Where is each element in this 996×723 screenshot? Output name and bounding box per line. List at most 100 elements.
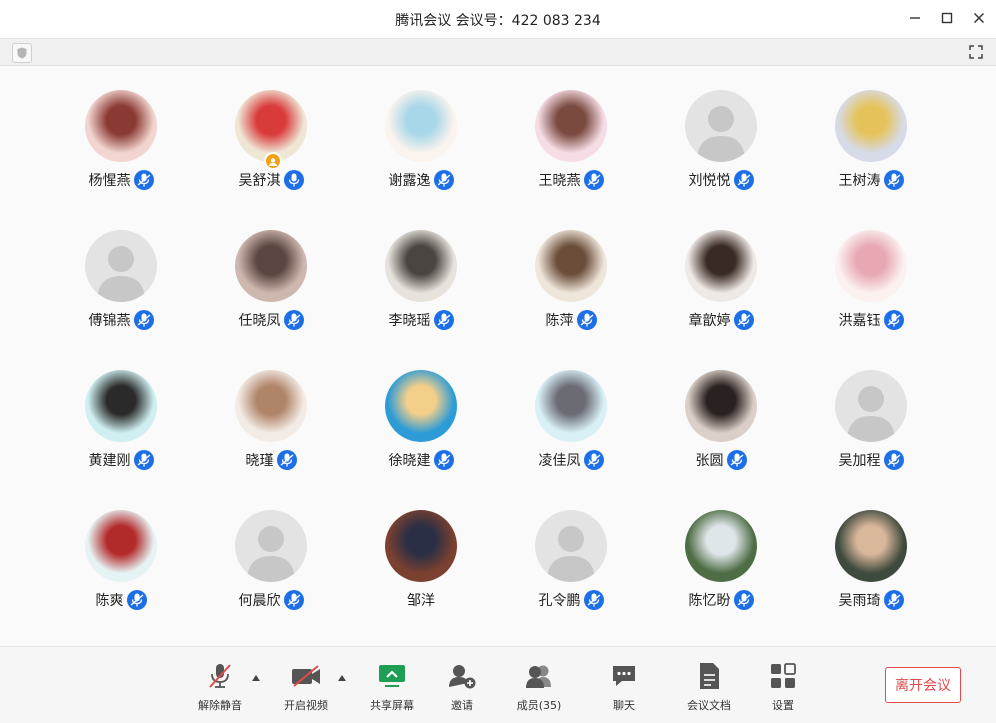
avatar	[835, 230, 907, 302]
chat-icon	[608, 661, 640, 691]
settings-button[interactable]: 设置	[748, 661, 818, 717]
participant-name: 晓瑾	[245, 453, 274, 469]
mic-muted-icon	[133, 310, 154, 330]
participant-tile[interactable]: 张圆	[646, 346, 796, 470]
mic-icon	[283, 170, 304, 190]
mic-muted-icon	[883, 450, 904, 470]
participant-tile[interactable]: 陈爽	[46, 486, 196, 610]
participant-tile[interactable]: 何晨欣	[196, 486, 346, 610]
participant-name-row: 吴舒淇	[196, 170, 346, 190]
mic-muted-icon	[283, 310, 304, 330]
members-label: 成员(35)	[516, 699, 562, 712]
participant-name-row: 邹洋	[346, 590, 496, 610]
participant-tile[interactable]: 洪嘉钰	[796, 206, 946, 330]
default-avatar-icon	[235, 510, 307, 582]
audio-options-caret-icon[interactable]	[251, 673, 261, 683]
participant-name-row: 吴雨琦	[796, 590, 946, 610]
share-screen-icon	[376, 661, 408, 691]
participant-tile[interactable]: 邹洋	[346, 486, 496, 609]
participant-name: 徐晓建	[388, 453, 431, 469]
participant-name: 杨惺燕	[88, 173, 131, 189]
participant-tile[interactable]: 徐晓建	[346, 346, 496, 470]
participant-tile[interactable]: 孔令鹏	[496, 486, 646, 610]
host-badge-icon	[264, 152, 282, 170]
maximize-icon[interactable]	[938, 8, 956, 28]
close-icon[interactable]	[970, 8, 988, 28]
info-bar	[0, 38, 996, 66]
default-avatar-icon	[835, 370, 907, 442]
participant-name: 章歆婷	[688, 313, 731, 329]
participant-name-row: 任晓凤	[196, 310, 346, 330]
participant-name: 吴舒淇	[238, 173, 281, 189]
avatar	[85, 370, 157, 442]
participant-name: 黄建刚	[88, 453, 131, 469]
participant-name: 任晓凤	[238, 313, 281, 329]
participant-name-row: 晓瑾	[196, 450, 346, 470]
unmute-button[interactable]: 解除静音	[185, 661, 255, 717]
participant-name-row: 王树涛	[796, 170, 946, 190]
participant-tile[interactable]: 谢露逸	[346, 66, 496, 190]
participant-name: 孔令鹏	[538, 593, 581, 609]
default-avatar-icon	[535, 510, 607, 582]
fullscreen-icon[interactable]	[966, 42, 986, 62]
invite-label: 邀请	[451, 699, 473, 712]
meeting-docs-button[interactable]: 会议文档	[674, 661, 744, 717]
avatar	[685, 510, 757, 582]
leave-meeting-button[interactable]: 离开会议	[885, 667, 961, 703]
participant-tile[interactable]: 王晓燕	[496, 66, 646, 190]
participant-tile[interactable]: 任晓凤	[196, 206, 346, 330]
avatar	[685, 230, 757, 302]
share-screen-button[interactable]: 共享屏幕	[357, 661, 427, 717]
window-title: 腾讯会议 会议号：422 083 234	[395, 13, 601, 29]
participant-name: 何晨欣	[238, 593, 281, 609]
participant-name: 陈萍	[545, 313, 574, 329]
participant-tile[interactable]: 吴舒淇	[196, 66, 346, 190]
participant-name: 陈忆盼	[688, 593, 731, 609]
participant-name: 张圆	[695, 453, 724, 469]
participant-tile[interactable]: 凌佳凤	[496, 346, 646, 470]
members-button[interactable]: 成员(35)	[504, 661, 574, 717]
participant-tile[interactable]: 章歆婷	[646, 206, 796, 330]
participant-name: 谢露逸	[388, 173, 431, 189]
members-icon	[523, 661, 555, 691]
mic-muted-icon	[726, 450, 747, 470]
participant-tile[interactable]: 傅锦燕	[46, 206, 196, 330]
participant-tile[interactable]: 吴加程	[796, 346, 946, 470]
start-video-button[interactable]: 开启视频	[271, 661, 341, 717]
participant-tile[interactable]: 刘悦悦	[646, 66, 796, 190]
mic-muted-icon	[283, 590, 304, 610]
participant-name-row: 黄建刚	[46, 450, 196, 470]
add-user-icon	[446, 661, 478, 691]
mic-muted-icon	[733, 170, 754, 190]
mic-muted-icon	[126, 590, 147, 610]
avatar	[385, 370, 457, 442]
participant-tile[interactable]: 吴雨琦	[796, 486, 946, 610]
default-avatar-icon	[685, 90, 757, 162]
avatar	[835, 510, 907, 582]
participant-name: 陈爽	[95, 593, 124, 609]
mic-muted-icon	[583, 590, 604, 610]
participant-name: 李晓瑶	[388, 313, 431, 329]
chat-label: 聊天	[613, 699, 635, 712]
participant-tile[interactable]: 王树涛	[796, 66, 946, 190]
minimize-icon[interactable]	[906, 8, 924, 28]
participant-grid: 杨惺燕 吴舒淇 谢露逸 王晓燕 刘悦悦 王树涛傅锦燕 任晓凤 李晓瑶 陈萍 章歆婷 洪嘉钰黄建刚 晓瑾…	[0, 66, 996, 646]
mic-muted-icon	[583, 450, 604, 470]
avatar	[385, 230, 457, 302]
participant-tile[interactable]: 李晓瑶	[346, 206, 496, 330]
video-off-icon	[290, 661, 322, 691]
participant-name-row: 孔令鹏	[496, 590, 646, 610]
document-icon	[693, 661, 725, 691]
participant-tile[interactable]: 杨惺燕	[46, 66, 196, 190]
shield-icon[interactable]	[12, 43, 32, 63]
chat-button[interactable]: 聊天	[589, 661, 659, 717]
invite-button[interactable]: 邀请	[427, 661, 497, 717]
participant-tile[interactable]: 黄建刚	[46, 346, 196, 470]
participant-tile[interactable]: 陈忆盼	[646, 486, 796, 610]
mic-muted-icon	[204, 661, 236, 691]
participant-name-row: 陈忆盼	[646, 590, 796, 610]
mic-muted-icon	[583, 170, 604, 190]
video-options-caret-icon[interactable]	[337, 673, 347, 683]
participant-tile[interactable]: 陈萍	[496, 206, 646, 330]
participant-tile[interactable]: 晓瑾	[196, 346, 346, 470]
